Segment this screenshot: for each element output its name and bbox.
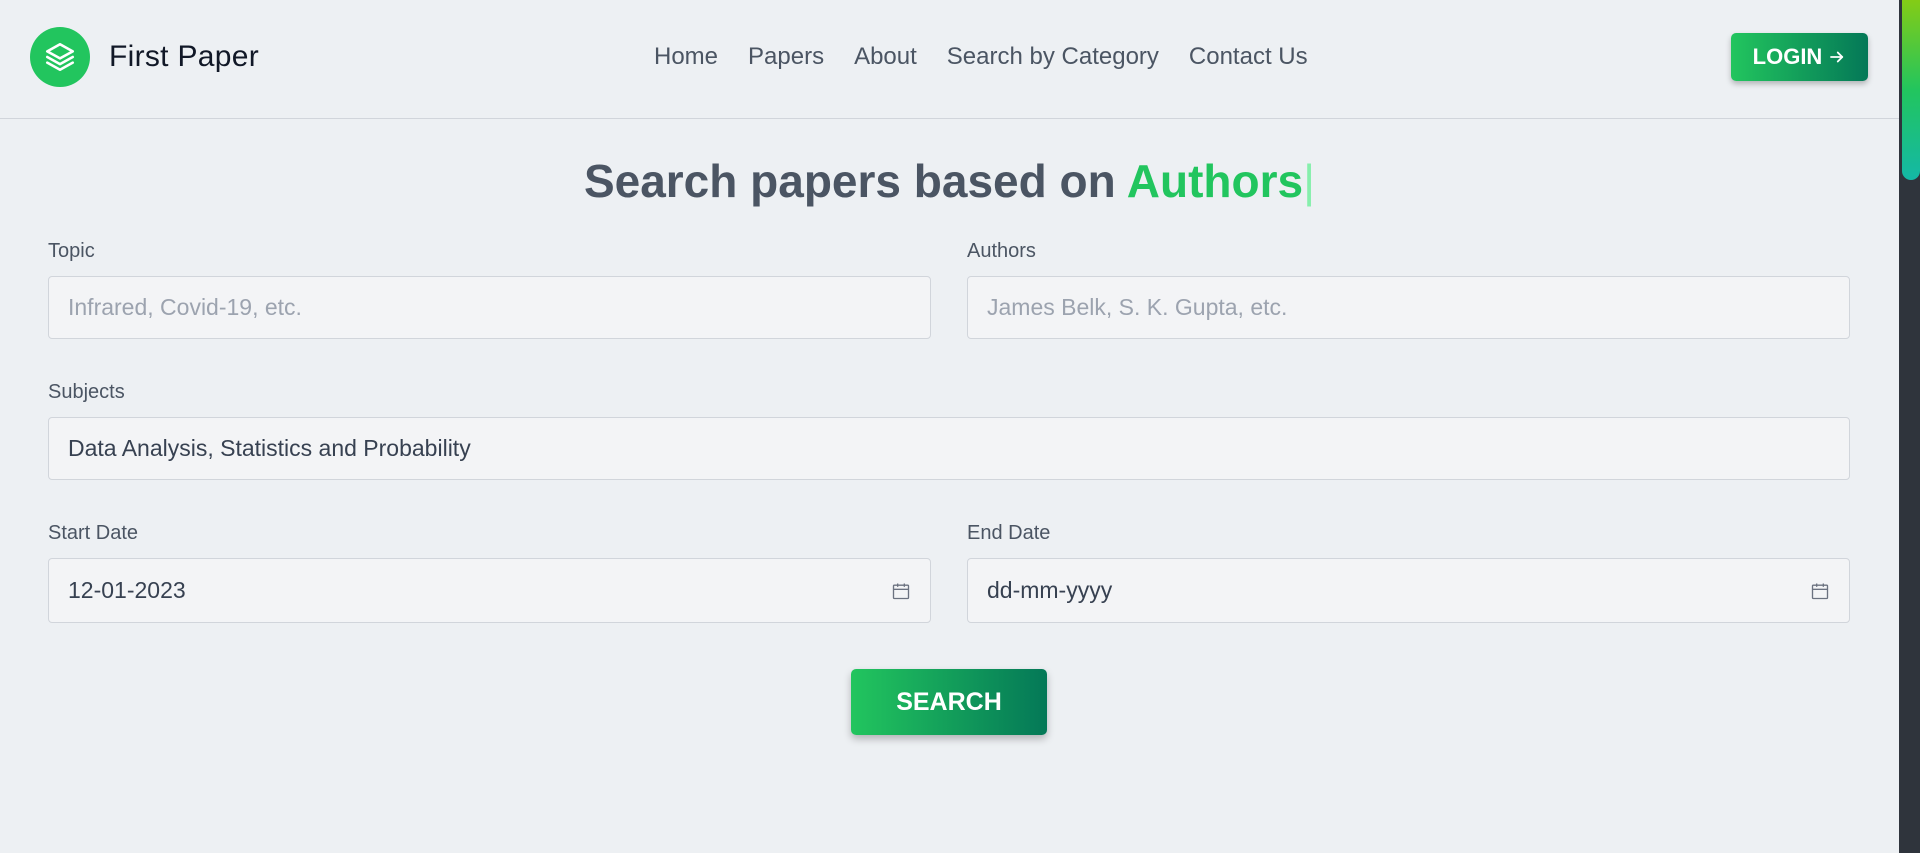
page: First Paper Home Papers About Search by … [0, 0, 1899, 853]
topic-label: Topic [48, 240, 95, 262]
layers-icon [30, 27, 90, 87]
nav-about[interactable]: About [854, 43, 917, 71]
nav-home[interactable]: Home [654, 43, 718, 71]
title-highlight: Authors [1126, 155, 1304, 207]
subjects-field: Subjects Data Analysis, Statistics and P… [48, 381, 1850, 480]
authors-label: Authors [967, 240, 1036, 262]
subjects-label: Subjects [48, 381, 125, 403]
typing-caret: | [1303, 155, 1316, 207]
topic-input[interactable]: Infrared, Covid-19, etc. [48, 276, 931, 339]
main-nav: Home Papers About Search by Category Con… [654, 43, 1308, 71]
calendar-icon[interactable] [891, 581, 911, 601]
subjects-value: Data Analysis, Statistics and Probabilit… [68, 435, 471, 461]
authors-placeholder: James Belk, S. K. Gupta, etc. [987, 294, 1288, 320]
site-header: First Paper Home Papers About Search by … [0, 0, 1899, 119]
nav-contact-us[interactable]: Contact Us [1189, 43, 1308, 71]
calendar-icon[interactable] [1810, 581, 1830, 601]
scrollbar[interactable] [1899, 0, 1920, 853]
login-label: LOGIN [1752, 44, 1823, 69]
authors-field: Authors James Belk, S. K. Gupta, etc. [967, 240, 1850, 339]
brand[interactable]: First Paper [30, 27, 259, 87]
topic-field: Topic Infrared, Covid-19, etc. [48, 240, 931, 339]
authors-input[interactable]: James Belk, S. K. Gupta, etc. [967, 276, 1850, 339]
start-date-label: Start Date [48, 522, 139, 544]
topic-placeholder: Infrared, Covid-19, etc. [68, 294, 302, 320]
search-button[interactable]: SEARCH [851, 669, 1047, 735]
page-title: Search papers based on Authors| [0, 154, 1899, 208]
start-date-field: Start Date 12-01-2023 [48, 522, 931, 623]
scrollbar-thumb[interactable] [1902, 0, 1920, 180]
brand-name: First Paper [109, 40, 260, 73]
end-date-field: End Date dd-mm-yyyy [967, 522, 1850, 623]
start-date-input[interactable]: 12-01-2023 [48, 558, 931, 623]
start-date-value: 12-01-2023 [68, 577, 186, 603]
title-prefix: Search papers based on [583, 155, 1127, 207]
login-button[interactable]: LOGIN [1731, 33, 1868, 81]
nav-search-by-category[interactable]: Search by Category [947, 43, 1159, 71]
subjects-select[interactable]: Data Analysis, Statistics and Probabilit… [48, 417, 1850, 480]
nav-papers[interactable]: Papers [748, 43, 824, 71]
end-date-input[interactable]: dd-mm-yyyy [967, 558, 1850, 623]
end-date-label: End Date [967, 522, 1051, 544]
arrow-right-icon [1830, 51, 1844, 63]
end-date-value: dd-mm-yyyy [987, 577, 1113, 603]
